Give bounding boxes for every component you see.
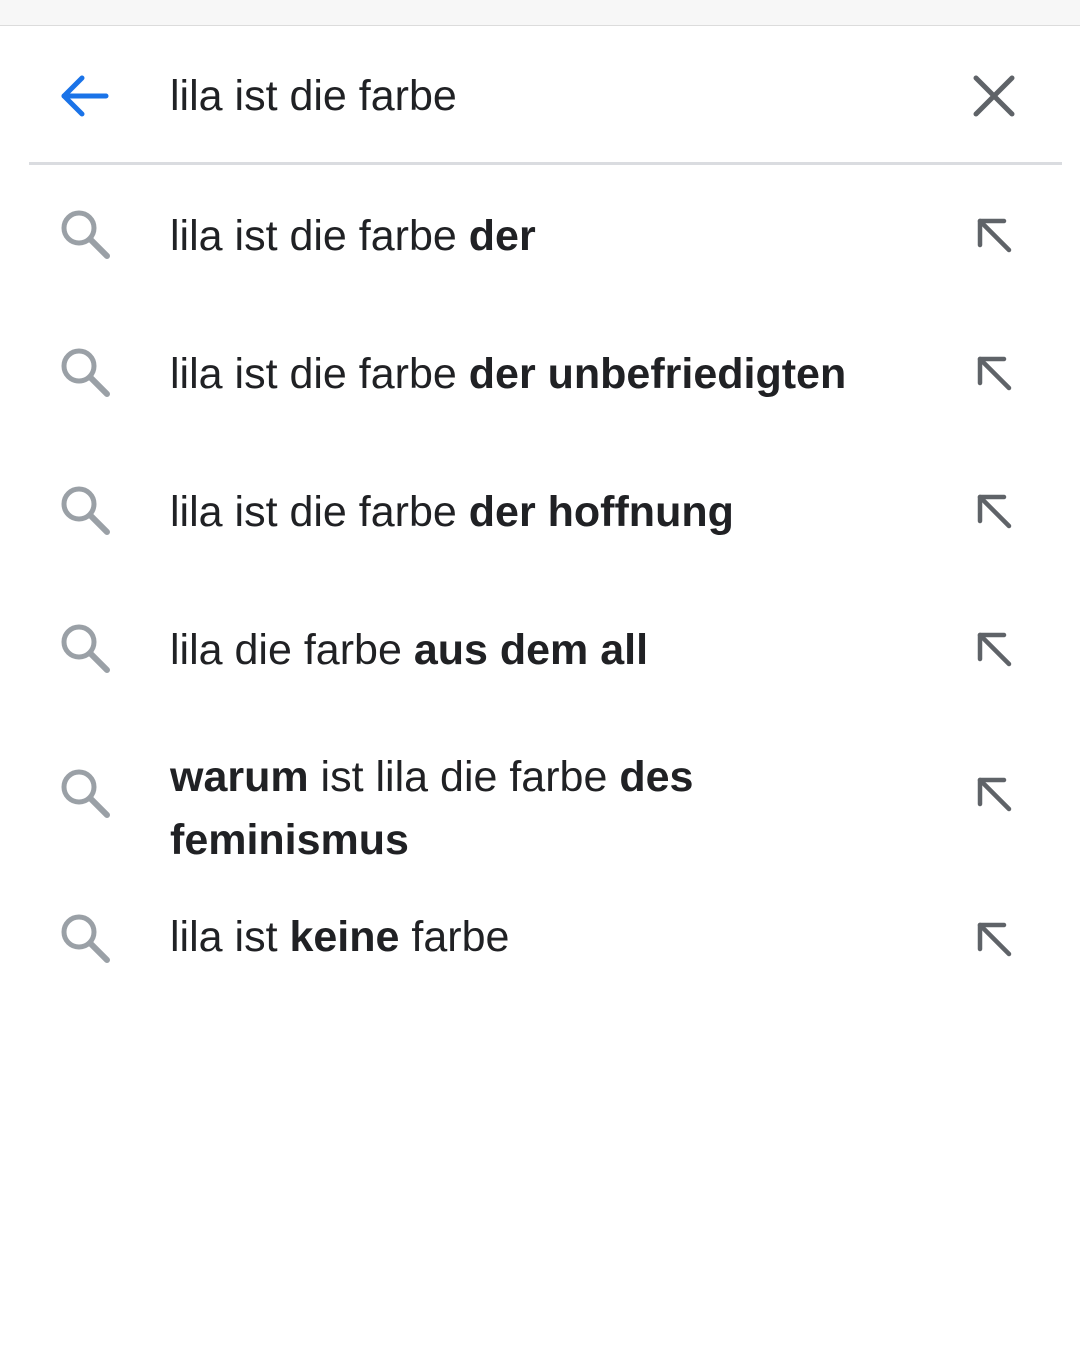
- suggestion-list: lila ist die farbe der lila ist die farbe…: [0, 165, 1080, 1011]
- suggestion-text-query: ist lila die farbe: [308, 753, 620, 801]
- suggestion-item[interactable]: lila ist die farbe der: [0, 165, 1080, 303]
- suggestion-search-icon: [56, 619, 114, 677]
- suggestion-text-query: lila ist die farbe: [170, 350, 469, 398]
- search-icon: [61, 624, 110, 673]
- search-icon: [61, 348, 110, 397]
- suggestion-search-icon: [56, 764, 114, 822]
- search-icon: [61, 769, 110, 818]
- suggestion-search-icon: [56, 481, 114, 539]
- arrow-up-left-icon: [977, 632, 1012, 667]
- suggestion-text-completion: warum: [170, 753, 309, 801]
- fill-query-button[interactable]: [964, 764, 1024, 824]
- suggestion-text: warum ist lila die farbe des feminismus: [170, 746, 930, 872]
- arrow-up-left-icon: [977, 218, 1012, 253]
- suggestion-search-icon: [56, 343, 114, 401]
- suggestion-text-query: lila ist die farbe: [170, 212, 469, 260]
- suggestion-text-completion: der: [468, 212, 536, 260]
- search-icon: [61, 486, 110, 535]
- close-icon: [973, 75, 1015, 117]
- suggestion-item[interactable]: lila ist die farbe der hoffnung: [0, 441, 1080, 579]
- suggestion-text-query: lila ist die farbe: [170, 488, 469, 536]
- suggestion-search-icon: [56, 909, 114, 967]
- arrow-left-icon: [61, 75, 109, 117]
- search-icon: [61, 914, 110, 963]
- arrow-up-left-icon: [977, 777, 1012, 812]
- arrow-up-left-icon: [977, 922, 1012, 957]
- suggestion-text-completion: keine: [289, 913, 400, 961]
- suggestion-search-icon: [56, 205, 114, 263]
- search-bar: [0, 26, 1080, 162]
- suggestion-text: lila die farbe aus dem all: [170, 619, 930, 682]
- suggestion-text-completion: aus dem all: [413, 626, 649, 674]
- suggestion-text: lila ist die farbe der unbefriedigten: [170, 343, 930, 406]
- fill-query-button[interactable]: [964, 481, 1024, 541]
- fill-query-button[interactable]: [964, 909, 1024, 969]
- clear-search-button[interactable]: [962, 64, 1026, 128]
- suggestion-text: lila ist die farbe der: [170, 205, 930, 268]
- top-strip: [0, 0, 1080, 26]
- fill-query-button[interactable]: [964, 343, 1024, 403]
- arrow-up-left-icon: [977, 356, 1012, 391]
- search-input[interactable]: [170, 62, 930, 130]
- suggestion-text: lila ist keine farbe: [170, 906, 930, 969]
- back-button[interactable]: [52, 64, 116, 128]
- suggestion-text-completion: der unbefriedigten: [468, 350, 847, 398]
- suggestion-item[interactable]: lila die farbe aus dem all: [0, 579, 1080, 717]
- suggestion-text-completion: der hoffnung: [468, 488, 734, 536]
- fill-query-button[interactable]: [964, 619, 1024, 679]
- suggestion-item[interactable]: warum ist lila die farbe des feminismus: [0, 717, 1080, 873]
- suggestion-text-query: lila ist: [170, 913, 290, 961]
- suggestion-text-query: lila die farbe: [170, 626, 414, 674]
- suggestion-item[interactable]: lila ist keine farbe: [0, 873, 1080, 1011]
- suggestion-text-query: farbe: [399, 913, 510, 961]
- search-icon: [61, 210, 110, 259]
- arrow-up-left-icon: [977, 494, 1012, 529]
- suggestion-item[interactable]: lila ist die farbe der unbefriedigten: [0, 303, 1080, 441]
- fill-query-button[interactable]: [964, 205, 1024, 265]
- suggestion-text: lila ist die farbe der hoffnung: [170, 481, 930, 544]
